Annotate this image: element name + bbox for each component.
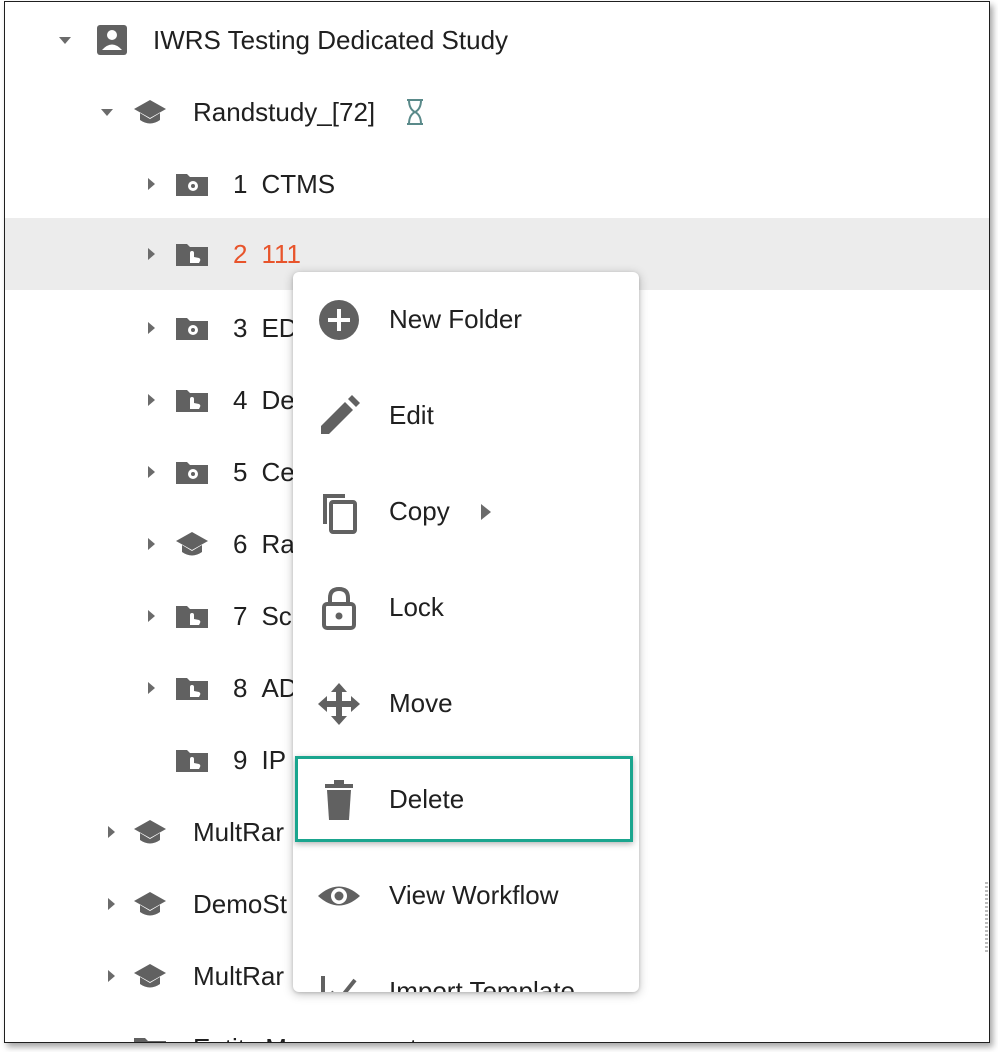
folder-name: Sc: [261, 601, 292, 631]
caret-right-icon[interactable]: [143, 246, 159, 262]
folder-number: 5: [233, 457, 248, 487]
add-circle-icon: [319, 300, 359, 340]
tree-row-label: Entity Management: [193, 1030, 417, 1042]
menu-item-delete[interactable]: Delete: [295, 756, 633, 842]
account-box-icon: [97, 25, 127, 55]
caret-right-icon[interactable]: [143, 320, 159, 336]
folder-name: 111: [261, 239, 301, 269]
folder-number: 4: [233, 385, 248, 415]
menu-item-move[interactable]: Move: [293, 656, 639, 752]
school-icon: [134, 892, 166, 916]
caret-right-icon[interactable]: [143, 536, 159, 552]
folder-hand-icon: [176, 606, 208, 628]
pencil-icon: [321, 395, 360, 434]
folder-name: Ce: [261, 457, 295, 487]
menu-item-label: Copy: [389, 496, 450, 526]
menu-item-view-workflow[interactable]: View Workflow: [293, 848, 639, 944]
tree-row-study[interactable]: Randstudy_[72]: [5, 76, 989, 148]
tree-row-label: MultRar: [193, 961, 285, 991]
menu-item-lock[interactable]: Lock: [293, 560, 639, 656]
school-icon: [176, 532, 208, 556]
tree-row-folder[interactable]: 1 CTMS: [5, 148, 989, 220]
folder-number: 1: [233, 169, 248, 199]
folder-number: 7: [233, 601, 248, 631]
folder-name: Ra: [261, 529, 295, 559]
caret-right-icon[interactable]: [143, 608, 159, 624]
context-menu: New Folder Edit Copy Lock Move Delete Vi…: [293, 272, 639, 992]
caret-right-icon[interactable]: [103, 1040, 119, 1043]
folder-gear-icon: [176, 174, 208, 196]
menu-item-label: Move: [389, 688, 453, 718]
folder-number: 8: [233, 673, 248, 703]
move-icon: [318, 683, 360, 725]
tree-row-label: MultRar: [193, 817, 285, 847]
menu-item-label: Lock: [389, 592, 444, 622]
caret-right-icon[interactable]: [143, 392, 159, 408]
menu-item-label: Delete: [389, 784, 465, 814]
tree-panel: IWRS Testing Dedicated Study Randstudy_[…: [4, 1, 990, 1043]
tree-row-label: Randstudy_[72]: [193, 97, 376, 127]
folder-hand-icon: [176, 678, 208, 700]
caret-right-icon[interactable]: [103, 968, 119, 984]
caret-right-icon[interactable]: [143, 176, 159, 192]
caret-right-icon[interactable]: [143, 680, 159, 696]
folder-name: CTMS: [261, 169, 336, 199]
tree-row-label: IWRS Testing Dedicated Study: [153, 25, 509, 55]
folder-name: De: [261, 385, 295, 415]
menu-item-copy[interactable]: Copy: [293, 464, 639, 560]
folder-gear-icon: [176, 318, 208, 340]
menu-item-import-template[interactable]: Import Template: [293, 944, 639, 992]
caret-right-icon[interactable]: [103, 896, 119, 912]
menu-item-label: New Folder: [389, 304, 522, 334]
caret-down-icon[interactable]: [57, 32, 73, 48]
folder-number: 6: [233, 529, 248, 559]
hourglass-icon: [407, 99, 423, 125]
caret-down-icon[interactable]: [99, 104, 115, 120]
copy-icon: [323, 494, 357, 534]
folder-hand-icon: [176, 390, 208, 412]
folder-number: 3: [233, 313, 248, 343]
eye-icon: [318, 886, 360, 906]
menu-item-label: View Workflow: [389, 880, 559, 910]
folder-gear-icon: [176, 462, 208, 484]
caret-right-icon[interactable]: [103, 824, 119, 840]
trash-icon: [325, 780, 353, 820]
folder-number: 2: [233, 239, 248, 269]
tree-row-label: DemoSt: [193, 889, 287, 919]
folder-hand-icon: [176, 750, 208, 772]
folder-number: 9: [233, 745, 248, 775]
menu-item-new-folder[interactable]: New Folder: [293, 272, 639, 368]
school-icon: [134, 100, 166, 124]
menu-item-label: Import Template: [389, 976, 575, 992]
tree-row-root[interactable]: IWRS Testing Dedicated Study: [5, 4, 989, 76]
school-icon: [134, 964, 166, 988]
folder-icon: [134, 1038, 166, 1042]
menu-item-edit[interactable]: Edit: [293, 368, 639, 464]
caret-right-icon[interactable]: [143, 464, 159, 480]
folder-hand-icon: [176, 244, 208, 266]
import-icon: [321, 976, 357, 992]
school-icon: [134, 820, 166, 844]
menu-item-label: Edit: [389, 400, 434, 430]
chevron-right-icon: [481, 504, 491, 520]
lock-icon: [322, 586, 356, 630]
scrollbar[interactable]: [985, 882, 988, 952]
folder-name: IP: [261, 745, 287, 775]
tree-row-folder[interactable]: Entity Management: [5, 1012, 989, 1043]
